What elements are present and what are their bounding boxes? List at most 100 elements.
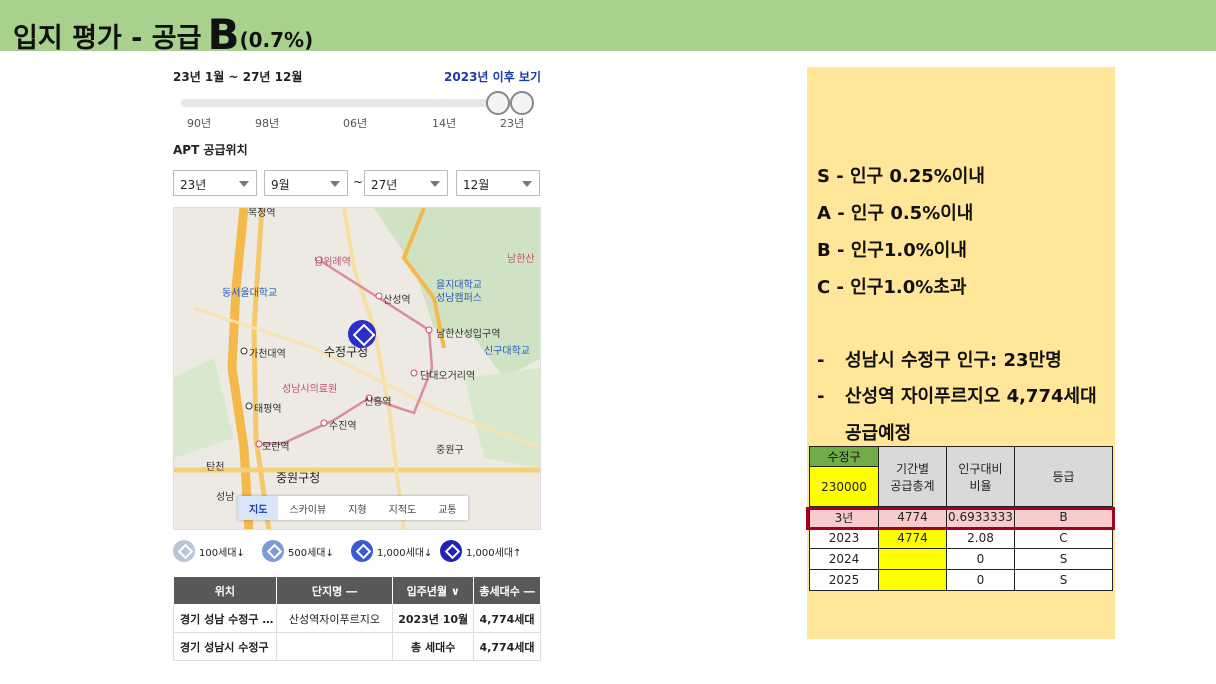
- legend-item: 1,000세대↑: [440, 540, 521, 562]
- cell: 2023: [809, 527, 879, 549]
- tick-label: 98년: [255, 117, 280, 130]
- table-row: 2023 4774 2.08 C: [809, 527, 1113, 549]
- cell: 0: [946, 548, 1015, 570]
- title-grade: B: [207, 10, 240, 59]
- period-row: 23년 1월 ~ 27년 12월 2023년 이후 보기: [173, 68, 541, 85]
- supply-map[interactable]: 복정역 남위례역 동서울대학교 산성역 을지대학교 성남캠퍼스 남한산 남한산성…: [173, 207, 541, 530]
- criteria-b: B - 인구1.0%이내: [817, 240, 967, 261]
- legend-label: 1,000세대↓: [377, 547, 433, 559]
- title-pct: (0.7%): [239, 28, 314, 52]
- criteria-a: A - 인구 0.5%이내: [817, 203, 974, 224]
- supply-total-header: 기간별 공급총계: [878, 446, 947, 507]
- map-label: 성남캠퍼스: [436, 293, 482, 304]
- note-supply: - 산성역 자이푸르지오 4,774세대: [817, 382, 1097, 408]
- to-year-select[interactable]: 27년: [364, 170, 448, 196]
- chevron-down-icon: [330, 181, 340, 187]
- region-cell: 수정구: [809, 446, 879, 467]
- col-location-header[interactable]: 위치: [173, 576, 277, 605]
- map-label: 중원구: [436, 445, 464, 456]
- slider-ticks: 90년 98년 06년 14년 23년: [173, 115, 541, 131]
- cell: 2.08: [946, 527, 1015, 549]
- criteria-s: S - 인구 0.25%이내: [817, 166, 985, 187]
- slider-start-handle[interactable]: [486, 91, 510, 115]
- map-label: 성남시의료원: [282, 384, 338, 395]
- map-label: 중원구청: [276, 471, 321, 485]
- table-row[interactable]: 경기 성남 수정구 … 산성역자이푸르지오 2023년 10월 4,774세대: [173, 604, 541, 633]
- map-label: 신구대학교: [484, 346, 530, 357]
- legend-label: 100세대↓: [199, 547, 245, 559]
- apt-supply-label: APT 공급위치: [173, 143, 248, 157]
- marker-icon: [262, 540, 284, 562]
- map-label: 수진역: [329, 421, 357, 432]
- marker-icon: [440, 540, 462, 562]
- tab-traffic[interactable]: 교통: [427, 496, 467, 520]
- highlight-frame: [806, 507, 1115, 530]
- tick-label: 90년: [187, 117, 212, 130]
- range-tilde: ~: [353, 175, 364, 189]
- tab-terrain[interactable]: 지형: [337, 496, 377, 520]
- note-text: 산성역 자이푸르지오 4,774세대: [845, 386, 1097, 407]
- supply-table: 위치 단지명 ― 입주년월 ∨ 총세대수 ― 경기 성남 수정구 … 산성역자이…: [173, 576, 541, 661]
- cell: [275, 632, 394, 661]
- table-header-row: 위치 단지명 ― 입주년월 ∨ 총세대수 ―: [173, 576, 541, 605]
- to-month-value: 12월: [463, 178, 490, 192]
- ratio-header: 인구대비 비율: [946, 446, 1015, 507]
- note-text: 공급예정: [845, 423, 912, 444]
- tab-cadastral[interactable]: 지적도: [378, 496, 428, 520]
- legend-item: 1,000세대↓: [351, 540, 432, 562]
- period-slider-track[interactable]: [181, 99, 531, 107]
- bullet-dash: -: [817, 350, 825, 371]
- view-after-2023-link[interactable]: 2023년 이후 보기: [444, 68, 541, 85]
- map-label: 태평역: [254, 404, 282, 415]
- grade-header: 등급: [1014, 446, 1113, 507]
- col-movein-header[interactable]: 입주년월 ∨: [392, 576, 475, 605]
- legend-label: 1,000세대↑: [466, 547, 522, 559]
- cell: 2023년 10월: [392, 604, 475, 633]
- cell: 경기 성남시 수정구: [173, 632, 277, 661]
- map-label: 가천대역: [249, 349, 286, 360]
- period-label: 23년 1월 ~ 27년 12월: [173, 70, 303, 84]
- cell: S: [1014, 548, 1113, 570]
- apt-location-marker[interactable]: [348, 320, 376, 348]
- map-graphics: [174, 208, 540, 529]
- from-year-select[interactable]: 23년: [173, 170, 257, 196]
- map-label: 신흥역: [364, 397, 392, 408]
- cell: 총 세대수: [392, 632, 475, 661]
- map-label: 복정역: [248, 208, 276, 219]
- chevron-down-icon: [430, 181, 440, 187]
- map-label: 남위례역: [314, 257, 351, 268]
- cell: 4,774세대: [473, 632, 541, 661]
- map-label: 동서울대학교: [222, 288, 278, 299]
- tick-label: 23년: [500, 117, 525, 130]
- map-label: 단대오거리역: [420, 371, 476, 382]
- col-complex-header[interactable]: 단지명 ―: [275, 576, 394, 605]
- tab-map[interactable]: 지도: [238, 496, 279, 520]
- table-row: 경기 성남시 수정구 총 세대수 4,774세대: [173, 632, 541, 661]
- cell: 경기 성남 수정구 …: [173, 604, 277, 633]
- cell: [878, 569, 947, 591]
- legend-label: 500세대↓: [288, 547, 334, 559]
- title-prefix: 입지 평가 - 공급: [13, 23, 202, 54]
- tab-skyview[interactable]: 스카이뷰: [278, 496, 337, 520]
- cell: 4,774세대: [473, 604, 541, 633]
- from-month-value: 9월: [271, 178, 290, 192]
- col-units-header[interactable]: 총세대수 ―: [473, 576, 541, 605]
- map-label: 성남: [216, 492, 235, 503]
- marker-icon: [351, 540, 373, 562]
- note-text: 성남시 수정구 인구: 23만명: [845, 350, 1062, 371]
- cell: 2024: [809, 548, 879, 570]
- map-label: 모란역: [262, 442, 290, 453]
- map-label: 남한산: [507, 254, 535, 265]
- map-label: 산성역: [383, 295, 411, 306]
- note-supply-cont: 공급예정: [817, 419, 911, 445]
- criteria-c: C - 인구1.0%초과: [817, 277, 967, 298]
- from-month-select[interactable]: 9월: [264, 170, 348, 196]
- cell: 산성역자이푸르지오: [275, 604, 394, 633]
- cell: S: [1014, 569, 1113, 591]
- legend-item: 500세대↓: [262, 540, 334, 562]
- to-month-select[interactable]: 12월: [456, 170, 540, 196]
- slider-end-handle[interactable]: [510, 91, 534, 115]
- map-type-tabs: 지도 스카이뷰 지형 지적도 교통: [238, 496, 468, 520]
- table-row: 2025 0 S: [809, 569, 1113, 591]
- tick-label: 06년: [343, 117, 368, 130]
